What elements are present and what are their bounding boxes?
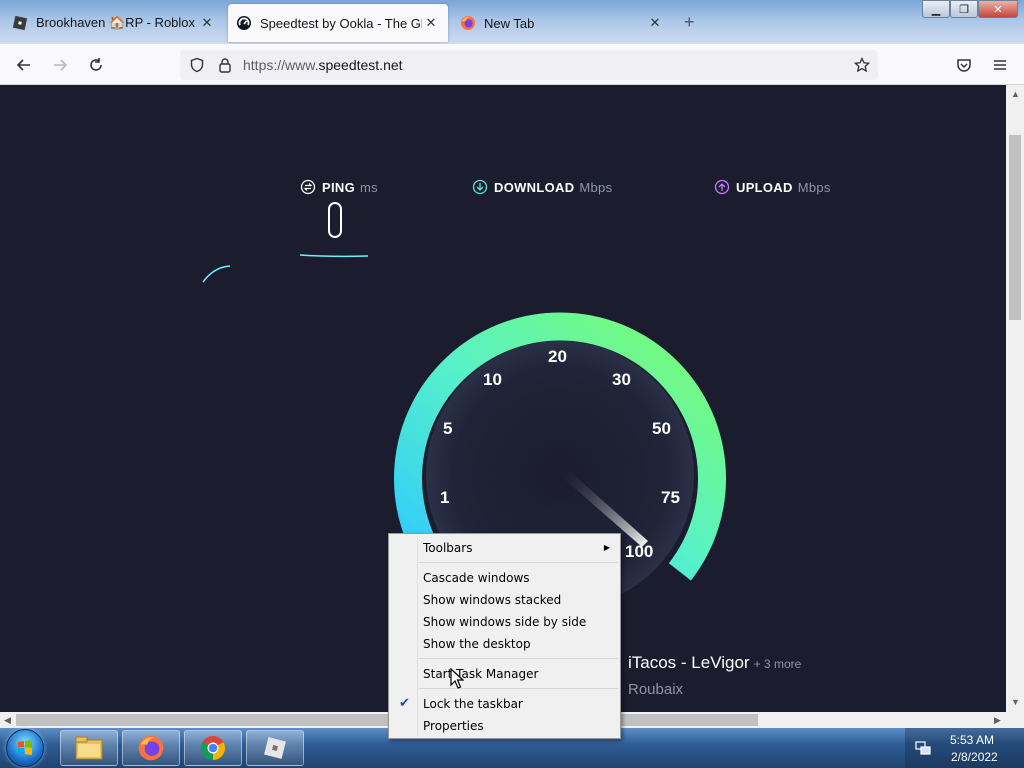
reload-icon xyxy=(90,58,102,71)
windows-logo-icon xyxy=(18,740,32,755)
pocket-button[interactable] xyxy=(951,52,977,78)
taskbar-roblox[interactable] xyxy=(246,730,304,766)
new-tab-button[interactable]: + xyxy=(684,12,695,33)
server-name[interactable]: iTacos - LeVigor + 3 more xyxy=(628,653,801,673)
checkmark-icon: ✔ xyxy=(399,696,410,711)
tab-brookhaven[interactable]: Brookhaven 🏠RP - Roblox ✕ xyxy=(4,4,224,42)
start-button[interactable] xyxy=(6,729,44,767)
gauge-tick: 30 xyxy=(612,370,631,389)
url-host: speedtest.net xyxy=(318,57,403,73)
roblox-icon xyxy=(264,737,286,759)
roblox-icon xyxy=(12,15,28,31)
forward-button[interactable] xyxy=(47,52,73,78)
menu-item-show-windows-stacked[interactable]: Show windows stacked xyxy=(391,589,618,611)
clock-time[interactable]: 5:53 AM xyxy=(950,733,994,747)
arrow-left-icon xyxy=(16,59,30,71)
scroll-down-arrow-icon[interactable]: ▼ xyxy=(1011,697,1020,707)
gauge-tick: 1 xyxy=(440,488,449,507)
close-icon[interactable]: ✕ xyxy=(198,14,216,32)
tab-title: Speedtest by Ookla - The Global Broadban… xyxy=(260,15,422,31)
taskbar-firefox[interactable] xyxy=(122,730,180,766)
hamburger-menu-icon xyxy=(994,60,1006,70)
ping-graph-line-start xyxy=(202,265,231,283)
chrome-icon xyxy=(200,736,226,760)
window-close-button[interactable]: ✕ xyxy=(978,0,1018,18)
server-more-link[interactable]: + 3 more xyxy=(754,657,802,671)
speedtest-icon xyxy=(236,15,252,31)
scroll-left-arrow-icon[interactable]: ◀ xyxy=(4,715,11,726)
server-city: Roubaix xyxy=(628,681,684,698)
star-icon[interactable] xyxy=(854,57,870,73)
firefox-icon xyxy=(138,735,164,761)
vertical-scrollbar[interactable]: ▲ ▼ xyxy=(1006,85,1024,712)
server-name-text: iTacos - LeVigor xyxy=(628,653,750,672)
scroll-right-arrow-icon[interactable]: ▶ xyxy=(994,715,1001,726)
taskbar-file-explorer[interactable] xyxy=(60,730,118,766)
network-icon[interactable] xyxy=(914,739,932,757)
menu-item-label: Lock the taskbar xyxy=(423,697,523,711)
arrow-right-icon xyxy=(54,59,68,71)
url-scheme: https://www. xyxy=(243,57,319,73)
gauge-tick: 5 xyxy=(443,419,452,438)
menu-item-lock-taskbar[interactable]: ✔ Lock the taskbar xyxy=(391,693,618,715)
tab-title: New Tab xyxy=(484,15,535,31)
menu-item-properties[interactable]: Properties xyxy=(391,715,618,737)
tab-new-tab[interactable]: New Tab ✕ xyxy=(452,4,672,42)
horizontal-scroll-thumb[interactable] xyxy=(16,714,758,726)
tab-strip: Brookhaven 🏠RP - Roblox ✕ Speedtest by O… xyxy=(0,0,1024,44)
tab-speedtest[interactable]: Speedtest by Ookla - The Global Broadban… xyxy=(228,4,448,42)
address-bar[interactable]: https://www.speedtest.net xyxy=(180,50,878,80)
menu-button[interactable] xyxy=(987,52,1013,78)
file-explorer-icon xyxy=(75,736,103,760)
url-text[interactable]: https://www.speedtest.net xyxy=(243,57,403,73)
gauge-tick: 50 xyxy=(652,419,671,438)
submenu-arrow-icon: ▶ xyxy=(603,543,610,552)
navigation-bar: https://www.speedtest.net xyxy=(0,44,1024,85)
gauge-tick: 20 xyxy=(548,347,567,366)
taskbar-context-menu: Toolbars ▶ Cascade windows Show windows … xyxy=(388,533,621,739)
back-button[interactable] xyxy=(11,52,37,78)
reload-button[interactable] xyxy=(83,52,109,78)
menu-separator xyxy=(419,562,618,563)
mouse-cursor-icon xyxy=(450,668,464,689)
gauge-tick: 100 xyxy=(625,542,653,561)
menu-separator xyxy=(419,658,618,659)
pocket-icon xyxy=(957,59,971,72)
vertical-scroll-thumb[interactable] xyxy=(1009,135,1021,320)
firefox-icon xyxy=(460,15,476,31)
gauge-tick: 75 xyxy=(661,488,680,507)
menu-item-show-windows-side-by-side[interactable]: Show windows side by side xyxy=(391,611,618,633)
close-icon[interactable]: ✕ xyxy=(422,14,440,32)
menu-item-toolbars[interactable]: Toolbars ▶ xyxy=(391,537,618,559)
menu-item-start-task-manager[interactable]: Start Task Manager xyxy=(391,663,618,685)
menu-item-show-desktop[interactable]: Show the desktop xyxy=(391,633,618,655)
gauge-tick: 10 xyxy=(483,370,502,389)
menu-item-cascade-windows[interactable]: Cascade windows xyxy=(391,567,618,589)
clock-date[interactable]: 2/8/2022 xyxy=(951,750,998,764)
shield-icon[interactable] xyxy=(189,57,205,73)
taskbar-chrome[interactable] xyxy=(184,730,242,766)
tab-title: Brookhaven 🏠RP - Roblox xyxy=(36,15,196,30)
restore-button[interactable]: ❐ xyxy=(950,0,978,18)
lock-icon[interactable] xyxy=(217,57,233,73)
close-icon[interactable]: ✕ xyxy=(646,14,664,32)
minimize-button[interactable]: ▁ xyxy=(922,0,950,18)
menu-separator xyxy=(419,688,618,689)
scroll-up-arrow-icon[interactable]: ▲ xyxy=(1011,89,1020,99)
ping-graph-line xyxy=(299,254,369,258)
menu-item-label: Toolbars xyxy=(423,541,473,555)
